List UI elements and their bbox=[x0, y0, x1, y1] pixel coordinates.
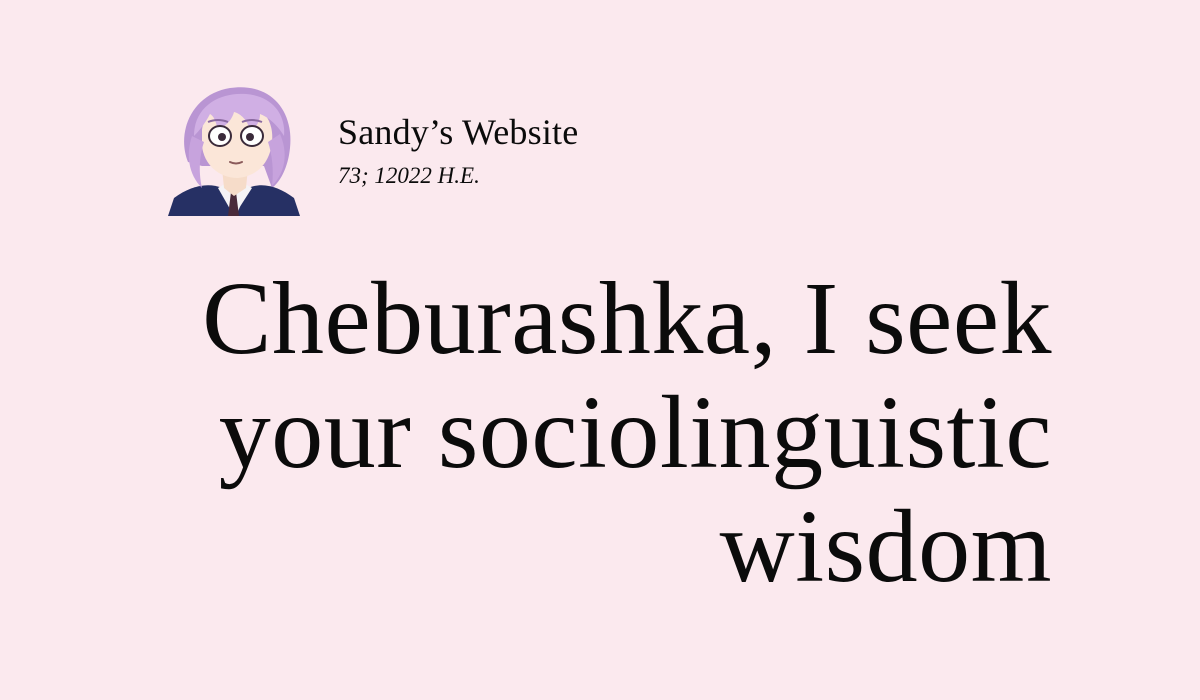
avatar-illustration bbox=[168, 84, 300, 216]
avatar bbox=[168, 84, 300, 216]
post-title: Cheburashka, I seek your sociolinguistic… bbox=[202, 261, 1052, 604]
site-meta: Sandy’s Website 73; 12022 H.E. bbox=[338, 110, 578, 192]
site-name: Sandy’s Website bbox=[338, 112, 579, 152]
post-date: 73; 12022 H.E. bbox=[338, 163, 480, 188]
social-preview-card: Sandy’s Website 73; 12022 H.E. Cheburash… bbox=[0, 0, 1200, 700]
